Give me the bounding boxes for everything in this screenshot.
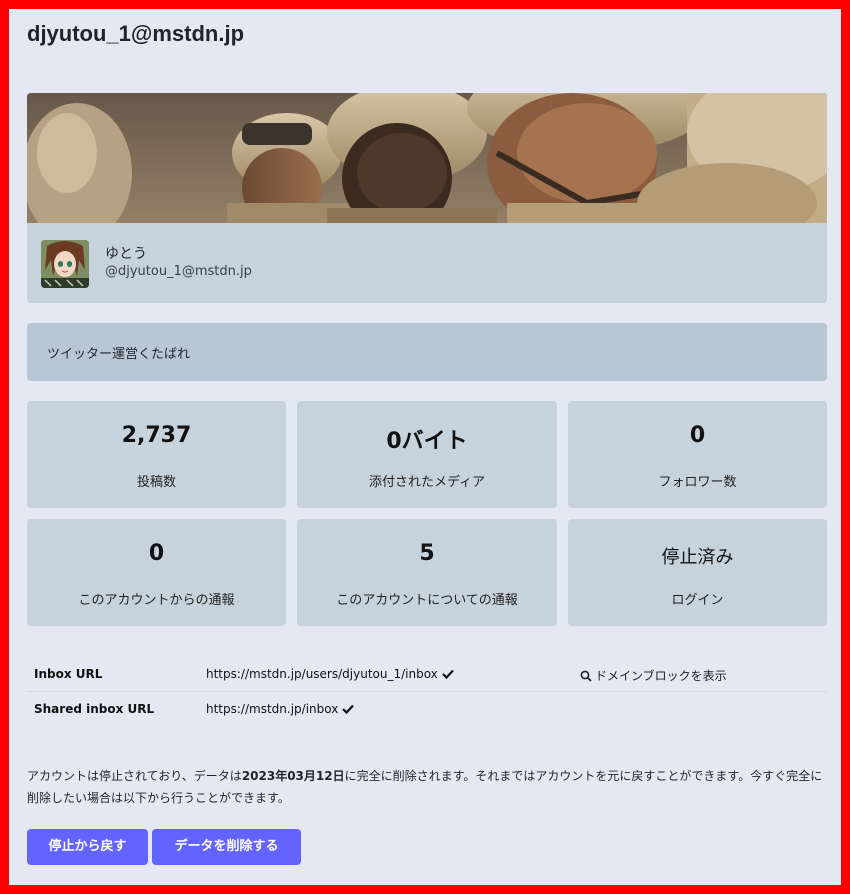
domain-block-label: ドメインブロックを表示 — [595, 669, 727, 683]
stat-value: 0 — [148, 541, 165, 566]
account-card: ゆとう @djyutou_1@mstdn.jp — [27, 93, 827, 303]
stat-label: 投稿数 — [136, 475, 176, 490]
info-value: https://mstdn.jp/users/djyutou_1/inbox — [206, 667, 454, 682]
bio-text: ツイッター運営くたばれ — [47, 347, 191, 362]
avatar[interactable] — [41, 240, 89, 288]
info-key: Inbox URL — [34, 667, 103, 681]
header-image — [27, 93, 827, 223]
display-name: ゆとう — [105, 246, 147, 262]
check-icon — [342, 703, 355, 717]
search-icon — [580, 670, 592, 685]
restore-button[interactable]: 停止から戻す — [27, 829, 148, 865]
stat-label: このアカウントからの通報 — [78, 593, 235, 608]
bio-box: ツイッター運営くたばれ — [27, 323, 827, 381]
stat-media: 0バイト 添付されたメディア — [297, 401, 557, 508]
stat-label: このアカウントについての通報 — [336, 593, 518, 608]
page-title: djyutou_1@mstdn.jp — [27, 21, 245, 46]
stat-reports-by-account: 0 このアカウントからの通報 — [27, 519, 286, 626]
stat-value: 0 — [689, 423, 706, 448]
suspension-notice: アカウントは停止されており、データは2023年03月12日に完全に削除されます。… — [27, 765, 827, 809]
stat-value: 0バイト — [386, 429, 468, 454]
stats-grid: 2,737 投稿数 0バイト 添付されたメディア 0 フォロワー数 0 このアカ… — [27, 401, 827, 626]
info-row-shared-inbox: Shared inbox URL https://mstdn.jp/inbox — [27, 692, 827, 727]
stat-value: 2,737 — [121, 423, 192, 448]
shared-inbox-url: https://mstdn.jp/inbox — [206, 702, 339, 716]
stat-login-status: 停止済み ログイン — [568, 519, 827, 626]
stat-label: 添付されたメディア — [368, 475, 486, 490]
delete-data-button[interactable]: データを削除する — [152, 829, 301, 865]
deletion-date: 2023年03月12日 — [241, 769, 345, 783]
info-table: Inbox URL https://mstdn.jp/users/djyutou… — [27, 657, 827, 727]
stat-value: 5 — [419, 541, 435, 566]
stat-reports-about-account: 5 このアカウントについての通報 — [297, 519, 557, 626]
stat-posts: 2,737 投稿数 — [27, 401, 286, 508]
stat-value: 停止済み — [661, 547, 734, 568]
info-row-inbox: Inbox URL https://mstdn.jp/users/djyutou… — [27, 657, 827, 692]
profile-row: ゆとう @djyutou_1@mstdn.jp — [27, 223, 827, 303]
admin-account-page: djyutou_1@mstdn.jp ゆとう @djyutou_1@mstdn.… — [9, 9, 841, 885]
account-handle: @djyutou_1@mstdn.jp — [105, 264, 252, 279]
stat-label: フォロワー数 — [658, 475, 737, 490]
info-key: Shared inbox URL — [34, 702, 155, 716]
stat-label: ログイン — [671, 593, 724, 608]
inbox-url: https://mstdn.jp/users/djyutou_1/inbox — [206, 667, 438, 681]
check-icon — [442, 668, 454, 682]
notice-before: アカウントは停止されており、データは — [27, 769, 242, 783]
view-domain-block-link[interactable]: ドメインブロックを表示 — [580, 667, 727, 685]
info-value: https://mstdn.jp/inbox — [206, 702, 355, 717]
stat-followers: 0 フォロワー数 — [568, 401, 827, 508]
